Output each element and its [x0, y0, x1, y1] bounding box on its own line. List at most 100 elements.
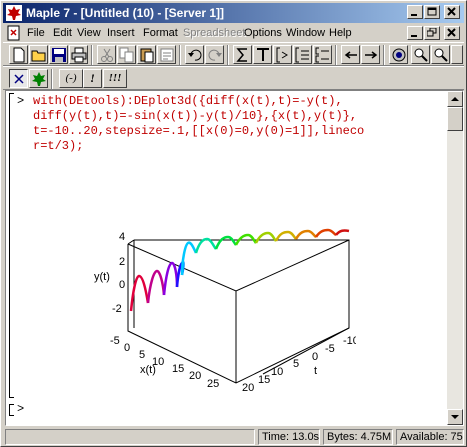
vertical-scrollbar[interactable]	[447, 91, 463, 425]
text-t-icon	[257, 48, 269, 61]
ungroup-icon	[315, 47, 329, 63]
window-title: Maple 7 - [Untitled (10) - [Server 1]]	[26, 6, 225, 20]
copy-button[interactable]	[117, 45, 136, 64]
scissors-icon	[101, 48, 113, 62]
maple-mode-button[interactable]	[29, 69, 48, 88]
close-icon	[447, 28, 456, 37]
menu-edit[interactable]: Edit	[53, 27, 72, 39]
print-button[interactable]	[69, 45, 88, 64]
t-tick: -10	[343, 335, 356, 347]
maple-input[interactable]: with(DEtools):DEplot3d({diff(x(t),t)=-y(…	[33, 94, 364, 154]
doc-restore-button[interactable]	[424, 26, 440, 40]
x-tick: 0	[124, 342, 130, 354]
toolbar-separator	[179, 45, 181, 65]
arrow-left-icon	[344, 51, 357, 59]
t-tick: 0	[312, 351, 318, 363]
menu-window[interactable]: Window	[286, 27, 325, 39]
t-tick: 15	[258, 374, 270, 386]
status-bytes: Bytes: 4.75M	[323, 429, 393, 445]
y-tick: -2	[112, 303, 122, 315]
new-file-icon	[13, 47, 25, 63]
execution-group-bracket[interactable]	[9, 404, 14, 416]
insert-prompt-button[interactable]	[273, 45, 292, 64]
menu-bar: File Edit View Insert Format Spreadsheet…	[3, 24, 464, 42]
toolbar-separator	[51, 69, 53, 89]
menu-options[interactable]: Options	[244, 27, 282, 39]
menu-format[interactable]: Format	[143, 27, 178, 39]
t-tick: -5	[325, 343, 335, 355]
minimize-icon	[411, 14, 417, 16]
maple-leaf-icon	[32, 72, 46, 86]
toolbar-separator	[91, 45, 93, 65]
status-bar: Time: 13.0s Bytes: 4.75M Available: 75.1…	[3, 428, 464, 446]
scroll-thumb[interactable]	[447, 107, 463, 131]
menu-view[interactable]: View	[77, 27, 101, 39]
status-available: Available: 75.1M	[396, 429, 464, 445]
title-bar[interactable]: Maple 7 - [Untitled (10) - [Server 1]]	[3, 3, 464, 23]
execution-group-bracket[interactable]	[9, 93, 14, 398]
stop-button[interactable]	[389, 45, 408, 64]
close-button[interactable]	[444, 5, 460, 19]
maximize-button[interactable]	[424, 5, 440, 19]
text-mode-button[interactable]	[9, 69, 28, 88]
open-folder-icon	[31, 50, 46, 62]
paste-icon	[140, 48, 154, 63]
toolbar-separator	[227, 45, 229, 65]
print-icon	[71, 47, 87, 63]
text-input-button[interactable]	[253, 45, 272, 64]
zoom-more-button[interactable]	[451, 45, 463, 64]
code-line: diff(y(t),t)=-sin(x(t))-y(t)/10},{x(t),y…	[33, 109, 358, 123]
ungroup-button[interactable]	[313, 45, 332, 64]
redo-button[interactable]	[205, 45, 224, 64]
maple-leaf-icon	[6, 5, 22, 21]
document-icon[interactable]	[6, 25, 22, 41]
math-input-button[interactable]	[233, 45, 252, 64]
t-tick: 10	[271, 366, 283, 378]
arrow-up-icon	[451, 97, 459, 101]
menu-file[interactable]: File	[27, 27, 45, 39]
x-tick: 25	[207, 378, 219, 390]
scroll-down-button[interactable]	[447, 409, 463, 425]
y-tick: 4	[119, 231, 125, 243]
copy-icon	[119, 47, 134, 63]
open-button[interactable]	[29, 45, 48, 64]
worksheet-area[interactable]: > with(DEtools):DEplot3d({diff(x(t),t)=-…	[5, 90, 464, 426]
text-x-icon	[14, 74, 24, 84]
x-tick: -5	[110, 335, 120, 347]
menu-help[interactable]: Help	[329, 27, 352, 39]
execute-all-button[interactable]: !!!	[103, 69, 127, 88]
status-message	[5, 429, 255, 445]
zoom-in-button[interactable]	[411, 45, 430, 64]
undo-button[interactable]	[185, 45, 204, 64]
t-tick: 5	[293, 358, 299, 370]
zoom-out-button[interactable]	[431, 45, 450, 64]
stop-icon	[392, 48, 406, 62]
paste-math-button[interactable]	[157, 45, 176, 64]
cut-button[interactable]	[97, 45, 116, 64]
menu-spreadsheet[interactable]: Spreadsheet	[183, 27, 245, 39]
group-button[interactable]	[293, 45, 312, 64]
trajectory-curve	[129, 228, 350, 312]
menu-insert[interactable]: Insert	[107, 27, 135, 39]
execute-button[interactable]: !	[83, 69, 102, 88]
doc-close-button[interactable]	[444, 26, 460, 40]
toggle-symbolic-button[interactable]: (-)	[59, 69, 83, 88]
new-button[interactable]	[9, 45, 28, 64]
restore-icon	[427, 28, 437, 37]
doc-minimize-button[interactable]	[407, 26, 423, 40]
indent-button[interactable]	[361, 45, 380, 64]
save-button[interactable]	[49, 45, 68, 64]
undo-icon	[188, 49, 202, 61]
prompt-bracket-icon	[276, 47, 288, 63]
scroll-up-button[interactable]	[447, 91, 463, 107]
3d-plot[interactable]: 4 2 0 -2 y(t) -5 0 5 10 15 20 25 x(t) -1…	[36, 151, 356, 401]
toolbar-separator	[335, 45, 337, 65]
main-toolbar	[3, 42, 464, 66]
y-axis-label: y(t)	[94, 271, 110, 283]
minimize-icon	[411, 35, 417, 37]
paste-button[interactable]	[137, 45, 156, 64]
outdent-button[interactable]	[341, 45, 360, 64]
minimize-button[interactable]	[407, 5, 423, 19]
paste-math-icon	[160, 48, 174, 62]
redo-icon	[208, 49, 222, 61]
